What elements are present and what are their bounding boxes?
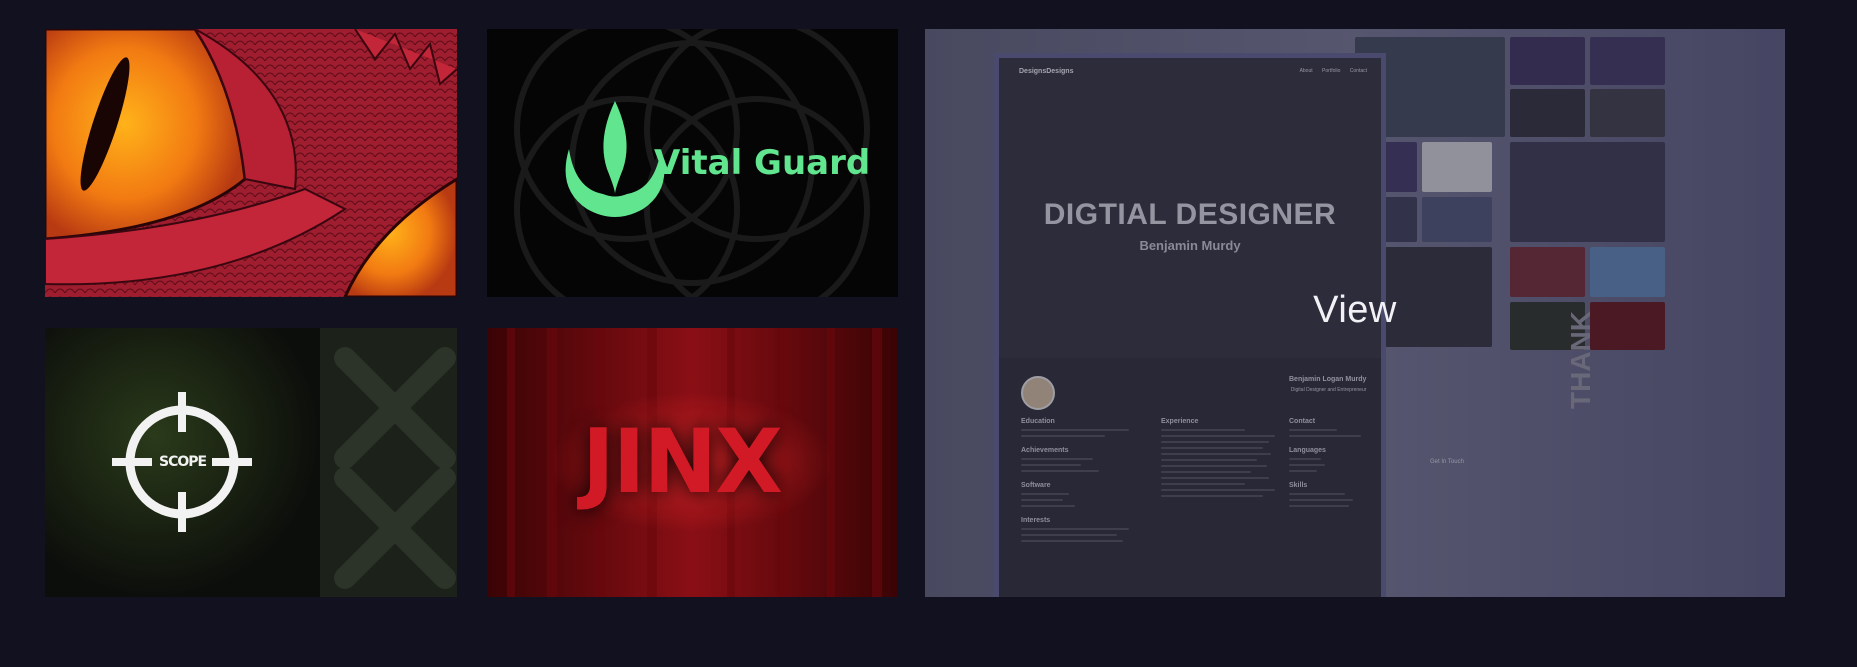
view-button[interactable]: View: [925, 289, 1785, 332]
jinx-logo-tile[interactable]: JINX: [487, 328, 898, 597]
portfolio-preview-tile[interactable]: Get In Touch THANK DesignsDesigns About …: [925, 29, 1785, 597]
scope-logo-tile[interactable]: SCOPE: [45, 328, 457, 597]
vital-guard-text: Vital Guard: [654, 143, 871, 183]
scope-crosshair-icon: [45, 328, 457, 597]
scope-text: SCOPE: [159, 454, 207, 470]
vital-guard-logo-tile[interactable]: Vital Guard: [487, 29, 898, 297]
jinx-text: JINX: [582, 410, 783, 513]
dragon-eye-illustration: [45, 29, 457, 297]
dragon-eye-artwork[interactable]: [45, 29, 457, 297]
